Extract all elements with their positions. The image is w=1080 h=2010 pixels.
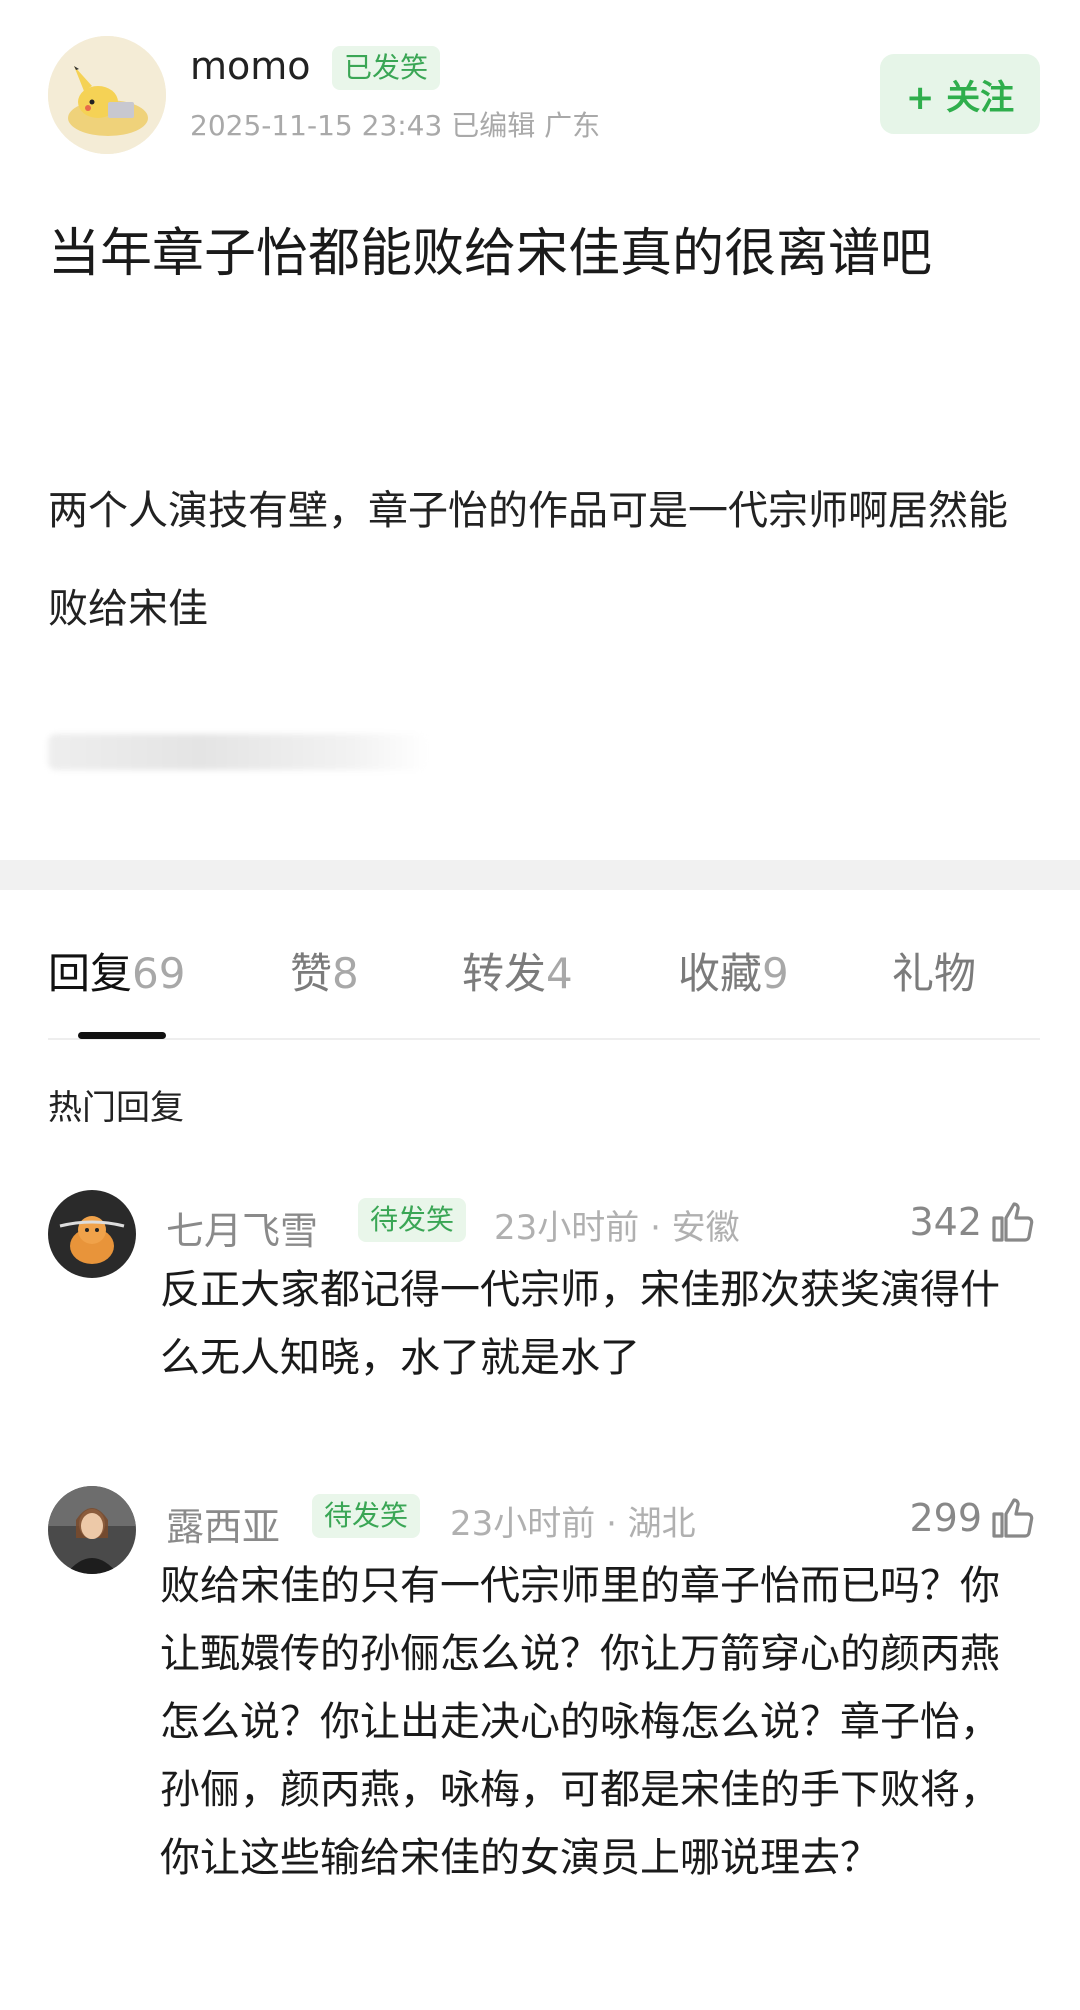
post-meta: 2025-11-15 23:43 已编辑 广东 [190,109,601,142]
comment-item: 露西亚 待发笑 23小时前 · 湖北 299 败给宋佳的只有一代宗师里的章子怡而… [0,1472,1080,1992]
comment-text: 反正大家都记得一代宗师，宋佳那次获奖演得什么无人知晓，水了就是水了 [160,1267,1000,1381]
follow-button[interactable]: + 关注 [880,54,1040,134]
post-header: momo 已发笑 2025-11-15 23:43 已编辑 广东 + 关注 [0,0,1080,200]
tab-label: 赞 [290,949,333,998]
commenter-badge: 待发笑 [312,1494,421,1538]
comment-item: 七月飞雪 待发笑 23小时前 · 安徽 342 反正大家都记得一代宗师，宋佳那次… [0,1176,1080,1396]
tab-label: 转发 [462,949,547,998]
comment-like-button[interactable]: 342 [909,1198,1036,1246]
tabs-divider [48,1038,1040,1040]
tab-gifts[interactable]: 礼物 [892,940,976,1001]
tab-likes[interactable]: 赞8 [290,940,359,1001]
tab-replies[interactable]: 回复69 [48,940,185,1001]
thumbs-up-icon [992,1498,1034,1538]
tab-label: 收藏 [678,949,763,998]
active-tab-indicator [78,1032,166,1039]
comment-like-button[interactable]: 299 [909,1494,1036,1542]
comment-meta: 23小时前 · 湖北 [450,1504,696,1544]
cat-avatar-icon [48,1190,136,1278]
tab-count: 8 [332,949,359,998]
post-title: 当年章子怡都能败给宋佳真的很离谱吧 [48,224,933,284]
commenter-name[interactable]: 露西亚 [166,1496,280,1551]
author-avatar[interactable] [48,36,166,154]
comment-meta: 23小时前 · 安徽 [494,1208,740,1248]
tab-reposts[interactable]: 转发4 [462,940,573,1001]
commenter-badge: 待发笑 [358,1198,467,1242]
section-divider [0,860,1080,890]
person-avatar-icon [48,1486,136,1574]
tab-count: 4 [546,949,573,998]
author-name[interactable]: momo [190,44,311,88]
commenter-avatar[interactable] [48,1190,136,1278]
tab-count: 69 [132,949,186,998]
commenter-avatar[interactable] [48,1486,136,1574]
comment-text: 败给宋佳的只有一代宗师里的章子怡而已吗？你让甄嬛传的孙俪怎么说？你让万箭穿心的颜… [160,1563,1000,1881]
blurred-content [48,734,428,770]
pikachu-avatar-icon [48,36,166,154]
thumbs-up-icon [992,1202,1034,1242]
reaction-tabs: 回复69 赞8 转发4 收藏9 礼物 [0,940,1080,1040]
hot-replies-title: 热门回复 [48,1088,184,1128]
commenter-name[interactable]: 七月飞雪 [166,1200,318,1255]
tab-count: 9 [762,949,789,998]
tab-label: 礼物 [892,949,977,998]
tab-favorites[interactable]: 收藏9 [678,940,789,1001]
author-badge: 已发笑 [332,46,441,90]
like-count: 299 [909,1496,982,1540]
post-body: 两个人演技有壁，章子怡的作品可是一代宗师啊居然能败给宋佳 [48,488,1008,632]
tab-label: 回复 [48,949,133,998]
like-count: 342 [909,1200,982,1244]
